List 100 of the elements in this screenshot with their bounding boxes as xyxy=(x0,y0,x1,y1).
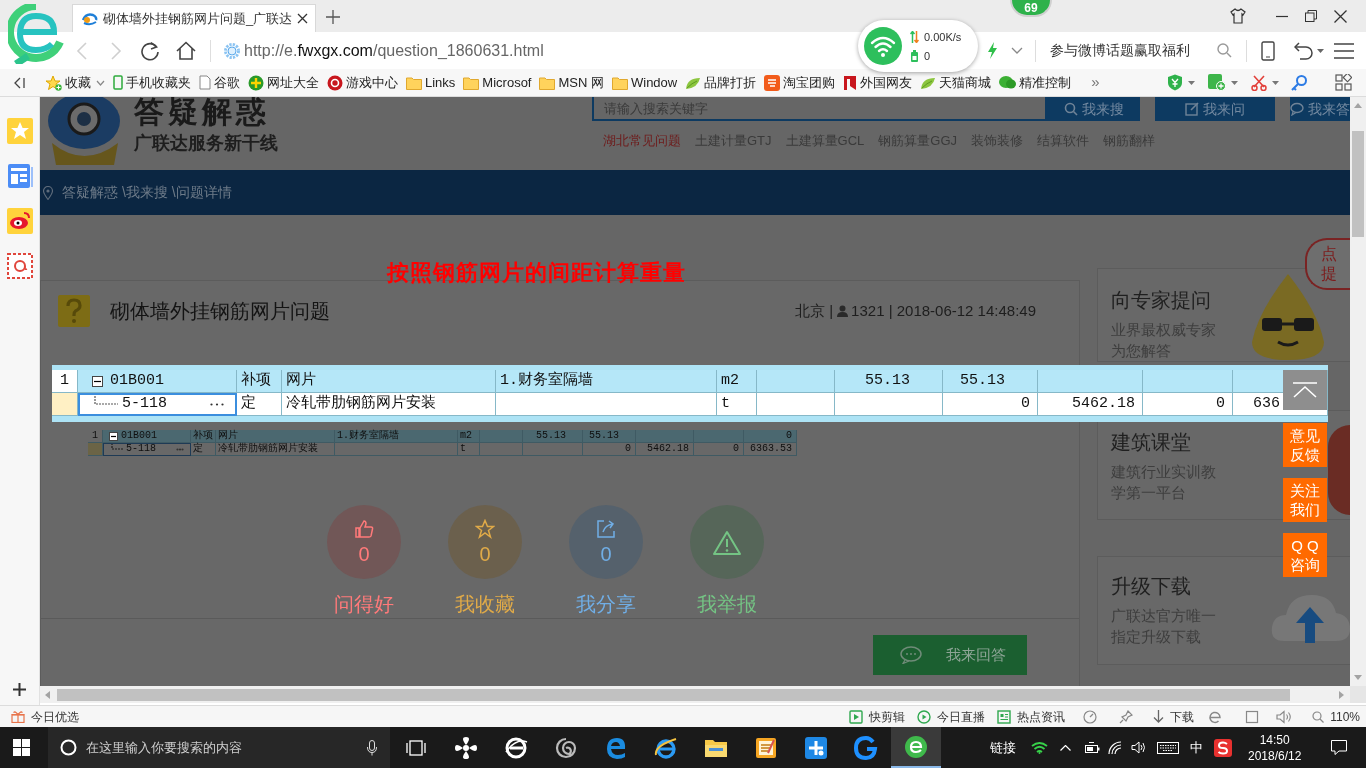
key-icon[interactable] xyxy=(1291,74,1307,91)
close-icon[interactable] xyxy=(297,13,309,24)
scrollbar-thumb[interactable] xyxy=(1352,131,1364,237)
grid-icon[interactable] xyxy=(1335,74,1352,91)
scroll-top-button[interactable] xyxy=(1283,370,1327,410)
speaker-icon[interactable] xyxy=(1276,709,1293,724)
bookmark-link[interactable]: Links xyxy=(406,72,456,93)
table-row[interactable]: 5-118 定 冷轧带肋钢筋网片安装 t 0 5462.18 0 636 xyxy=(52,393,1328,416)
close-icon[interactable] xyxy=(1334,9,1347,23)
taskbar-links-toolbar[interactable]: 链接 xyxy=(990,737,1016,758)
bookmark-link[interactable]: 淘宝团购 xyxy=(764,72,836,93)
bookmark-link[interactable]: 外国网友 xyxy=(843,72,913,93)
pin-icon[interactable] xyxy=(1119,709,1134,724)
undo-icon[interactable] xyxy=(1294,41,1314,60)
search-icon[interactable] xyxy=(1217,43,1232,58)
caret-icon[interactable] xyxy=(1011,46,1023,55)
breadcrumb[interactable]: 答疑解惑 \我来搜 \问题详情 xyxy=(62,182,232,203)
tree-cell[interactable]: 5-118 xyxy=(78,393,237,416)
g-logo-icon[interactable] xyxy=(854,735,878,760)
table-row[interactable]: 1 01B001 补项 网片 1.财务室隔墙 m2 55.13 55.13 xyxy=(52,370,1328,393)
bookmark-link[interactable]: Window xyxy=(612,72,678,93)
download-button[interactable]: 下载 xyxy=(1153,707,1195,726)
e-logo-icon[interactable] xyxy=(904,734,928,759)
tree-toggle-icon[interactable] xyxy=(109,431,118,441)
add-icon[interactable] xyxy=(13,683,26,696)
transfer-arrows-icon xyxy=(910,30,919,43)
caret-icon[interactable] xyxy=(1272,80,1279,85)
task-view-icon[interactable] xyxy=(406,739,426,756)
tree-cell[interactable]: 01B001 xyxy=(78,370,237,393)
wifi-icon[interactable] xyxy=(1031,741,1048,754)
address-field[interactable]: http://e.fwxgx.com/question_1860631.html xyxy=(244,38,544,63)
home-icon[interactable] xyxy=(176,41,196,60)
window-icon[interactable] xyxy=(1245,709,1260,724)
row-number-cell[interactable]: 1 xyxy=(52,370,78,393)
spiral-icon[interactable] xyxy=(554,735,578,760)
pinwheel-icon[interactable] xyxy=(454,735,478,760)
caret-icon[interactable] xyxy=(1231,80,1238,85)
network-widget[interactable]: 0.00K/s 0 xyxy=(858,20,978,72)
horizontal-scrollbar[interactable] xyxy=(40,686,1350,703)
notepad-icon[interactable] xyxy=(754,735,778,760)
status-link[interactable]: 热点资讯 xyxy=(997,707,1066,726)
zoom-button[interactable]: 110% xyxy=(1312,707,1360,726)
phone-icon xyxy=(113,75,123,90)
plus-icon[interactable] xyxy=(326,10,341,24)
bookmark-link[interactable]: 精准控制 xyxy=(999,72,1072,93)
row-number-cell[interactable] xyxy=(52,393,78,416)
shirt-icon[interactable] xyxy=(1230,8,1246,24)
eye-icon[interactable] xyxy=(6,208,33,234)
tree-toggle-icon[interactable] xyxy=(92,375,103,387)
network-icon[interactable] xyxy=(1108,740,1122,755)
status-link[interactable]: 快剪辑 xyxy=(849,707,906,726)
bookmark-link[interactable]: 天猫商城 xyxy=(920,72,992,93)
reload-icon[interactable] xyxy=(140,40,160,61)
microphone-icon[interactable] xyxy=(367,739,377,756)
taskbar-search-field[interactable]: 在这里输入你要搜索的内容 xyxy=(86,737,367,758)
bookmark-link[interactable]: 网址大全 xyxy=(248,72,319,93)
input-method-indicator[interactable]: 中 xyxy=(1190,737,1203,758)
bookmark-link[interactable]: 品牌打折 xyxy=(685,72,757,93)
vertical-scrollbar[interactable] xyxy=(1350,97,1366,686)
caret-icon[interactable] xyxy=(1317,48,1324,53)
keyboard-icon[interactable] xyxy=(1157,741,1179,754)
e-logo-icon[interactable] xyxy=(654,735,678,760)
volume-icon[interactable] xyxy=(1131,741,1146,754)
clock-date[interactable]: 2018/6/12 xyxy=(1248,747,1302,764)
status-link[interactable]: 今日直播 xyxy=(917,707,986,726)
chevron-up-icon[interactable] xyxy=(1060,744,1071,751)
plus-square-icon[interactable] xyxy=(804,735,828,760)
ellipsis-icon[interactable] xyxy=(210,402,224,406)
e-logo-icon[interactable] xyxy=(504,735,528,760)
sogou-s-icon[interactable] xyxy=(1214,738,1232,757)
shield-icon[interactable] xyxy=(1167,74,1183,91)
browser-tab[interactable]: 砌体墙外挂钢筋网片问题_广联达 xyxy=(72,4,317,32)
status-link[interactable]: 今日优选 xyxy=(31,707,79,726)
battery-icon[interactable] xyxy=(1085,741,1100,754)
taskbar-button[interactable] xyxy=(891,727,941,768)
clock-time[interactable]: 14:50 xyxy=(1259,731,1290,748)
bookmark-link[interactable]: 手机收藏夹 xyxy=(113,72,191,93)
caret-icon[interactable] xyxy=(1188,80,1195,85)
restore-icon[interactable] xyxy=(1305,10,1317,22)
notification-icon[interactable] xyxy=(1331,740,1348,755)
bookmark-link[interactable]: 谷歌 xyxy=(199,72,240,93)
bookmark-link[interactable]: 收藏 xyxy=(45,72,91,93)
gauge-icon[interactable] xyxy=(1083,709,1098,724)
bookmark-link[interactable]: 游戏中心 xyxy=(327,72,398,93)
gift-icon[interactable] xyxy=(11,710,25,723)
collapse-icon[interactable] xyxy=(14,76,26,89)
stamp-icon[interactable] xyxy=(6,253,33,279)
tablet-icon[interactable] xyxy=(1261,40,1275,61)
row-number-cell[interactable] xyxy=(88,443,103,456)
taskbar-search-bar[interactable]: 在这里输入你要搜索的内容 xyxy=(48,727,390,768)
caret-icon[interactable] xyxy=(96,79,105,86)
scrollbar-thumb[interactable] xyxy=(57,688,1290,701)
promo-link[interactable]: 参与微博话题赢取福利 xyxy=(1050,40,1190,61)
layout-icon[interactable] xyxy=(6,163,33,189)
windows-logo-icon[interactable] xyxy=(13,739,30,756)
more-bookmarks-button[interactable]: » xyxy=(1091,71,1100,94)
bookmark-link[interactable]: MSN 网 xyxy=(539,72,604,93)
menu-icon[interactable] xyxy=(1334,42,1354,59)
scissors-icon[interactable] xyxy=(1251,74,1267,91)
bookmark-link[interactable]: Microsof xyxy=(463,72,532,93)
